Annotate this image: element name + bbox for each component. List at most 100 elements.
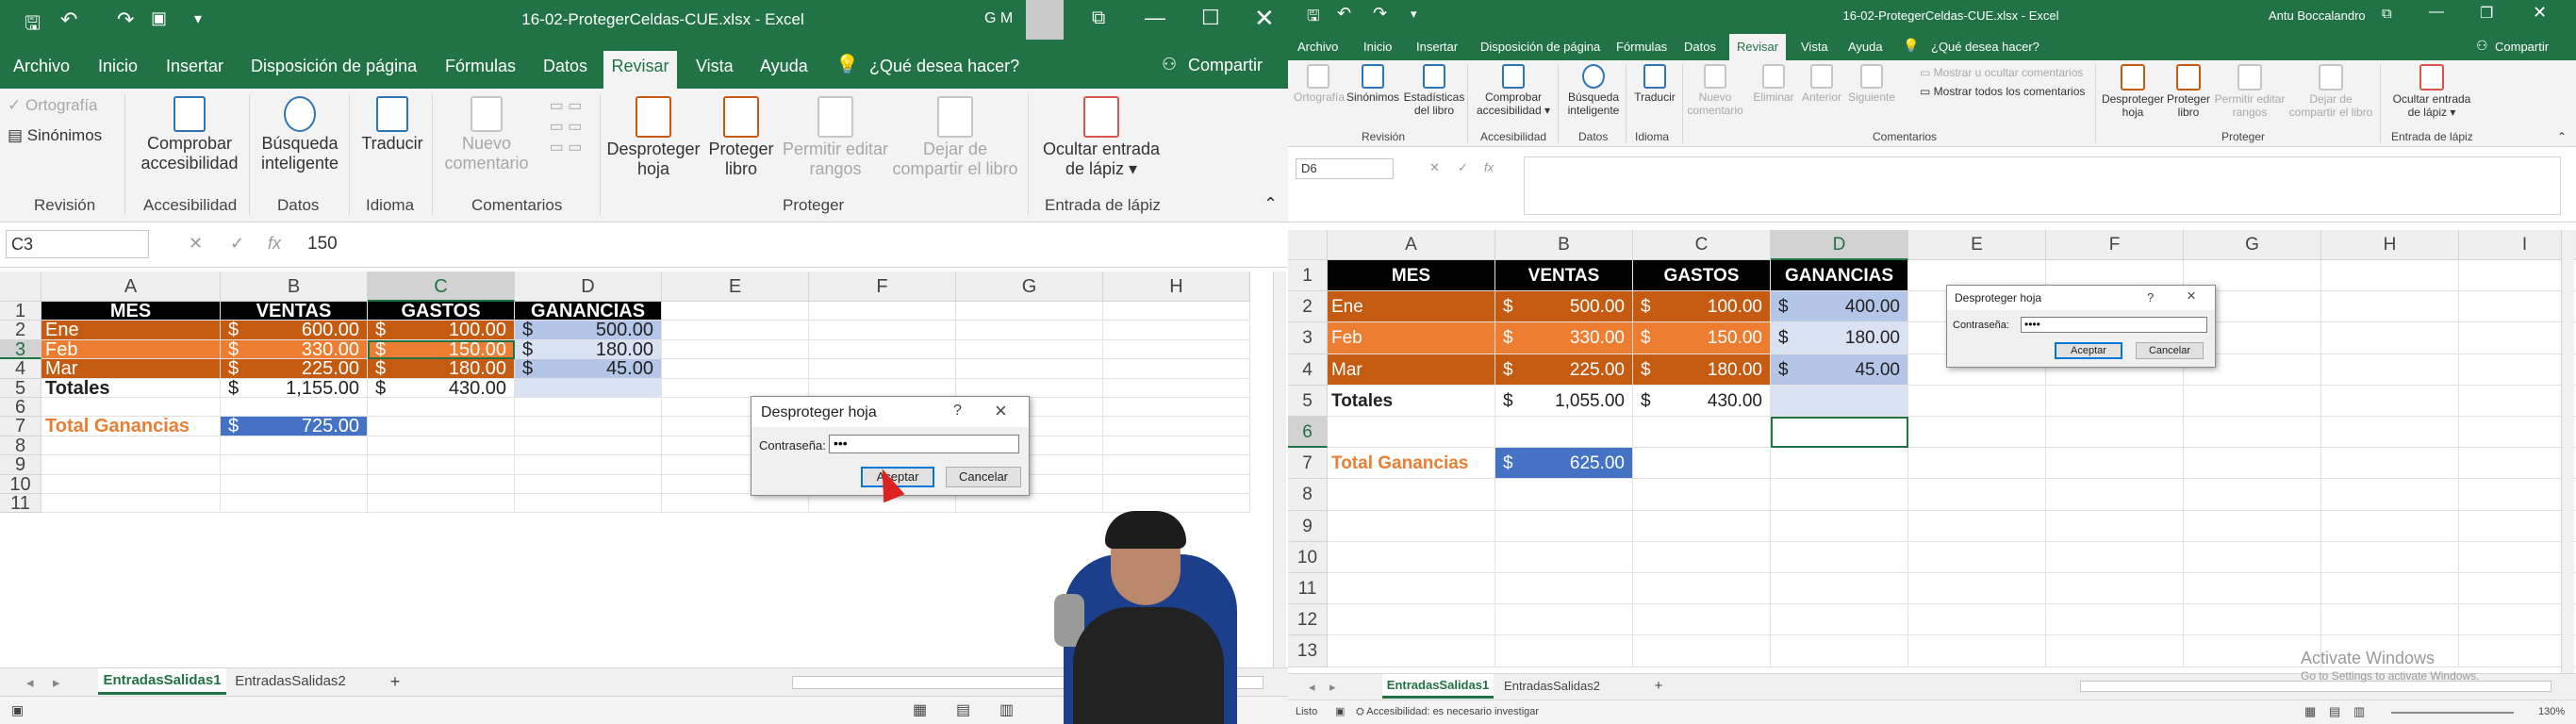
- totales-empty-cell[interactable]: [515, 378, 662, 398]
- empty-cell[interactable]: [2459, 322, 2576, 354]
- anterior-button[interactable]: Anterior: [1797, 64, 1846, 104]
- traducir-button[interactable]: Traducir: [356, 96, 428, 154]
- tab-datos[interactable]: Datos: [1684, 40, 1716, 54]
- empty-cell[interactable]: [1328, 479, 1495, 511]
- table-cell-amount[interactable]: $100.00: [368, 321, 515, 340]
- empty-cell[interactable]: [1908, 604, 2046, 636]
- empty-cell[interactable]: [809, 302, 956, 321]
- table-cell-mes[interactable]: Ene: [41, 321, 221, 340]
- empty-cell[interactable]: [2046, 604, 2184, 636]
- empty-cell[interactable]: [2184, 448, 2321, 480]
- formula-input[interactable]: [1524, 156, 2561, 215]
- empty-cell[interactable]: [221, 494, 368, 514]
- column-header-f[interactable]: F: [809, 272, 956, 302]
- column-header-i[interactable]: I: [2459, 230, 2576, 260]
- maximize-icon[interactable]: ☐: [1201, 6, 1220, 30]
- ribbon-display-icon[interactable]: ⧉: [2382, 6, 2392, 22]
- nuevo-comentario-button[interactable]: Nuevo comentario: [439, 96, 534, 173]
- table-header-cell[interactable]: VENTAS: [1495, 260, 1633, 292]
- name-box[interactable]: C3: [6, 230, 149, 258]
- column-header-f[interactable]: F: [2046, 230, 2184, 260]
- sheet-tab-entradassalidas2[interactable]: EntradasSalidas2: [1497, 674, 1607, 699]
- empty-cell[interactable]: [1633, 604, 1771, 636]
- table-cell-mes[interactable]: Mar: [1328, 354, 1495, 386]
- empty-cell[interactable]: [2046, 385, 2184, 417]
- ortografia-button[interactable]: ✓ Ortografía: [8, 96, 98, 115]
- empty-cell[interactable]: [809, 359, 956, 379]
- empty-cell[interactable]: [1495, 541, 1633, 573]
- tell-me-search[interactable]: ¿Qué desea hacer?: [1931, 40, 2039, 54]
- empty-cell[interactable]: [1328, 541, 1495, 573]
- collapse-ribbon-icon[interactable]: ⌃: [1263, 194, 1278, 214]
- empty-cell[interactable]: [809, 339, 956, 360]
- macro-record-icon[interactable]: ▣: [11, 702, 24, 718]
- empty-cell[interactable]: [1908, 417, 2046, 449]
- row-header-7[interactable]: 7: [1288, 448, 1328, 480]
- empty-cell[interactable]: [2321, 604, 2459, 636]
- table-header-cell[interactable]: GANANCIAS: [1771, 260, 1908, 292]
- empty-cell[interactable]: [221, 474, 368, 494]
- empty-cell[interactable]: [368, 436, 515, 456]
- page-layout-view-icon[interactable]: ▤: [956, 700, 970, 719]
- empty-cell[interactable]: [515, 494, 662, 514]
- select-all-corner[interactable]: [0, 272, 41, 302]
- user-name[interactable]: Antu Boccalandro: [2269, 8, 2366, 23]
- macro-record-icon[interactable]: ▣: [1335, 705, 1345, 717]
- comment-nav-icons[interactable]: ▭ ▭ ▭ ▭ ▭ ▭: [537, 96, 594, 158]
- nuevo-comentario-button[interactable]: Nuevo comentario: [1684, 64, 1746, 117]
- vertical-scrollbar[interactable]: [2561, 230, 2574, 673]
- empty-cell[interactable]: [2459, 354, 2576, 386]
- name-box[interactable]: D6: [1296, 158, 1394, 179]
- empty-cell[interactable]: [2459, 511, 2576, 542]
- table-cell-amount[interactable]: $600.00: [221, 321, 368, 340]
- column-header-a[interactable]: A: [1328, 230, 1495, 260]
- zoom-level[interactable]: 130%: [2538, 706, 2565, 717]
- table-header-cell[interactable]: GANANCIAS: [515, 302, 662, 321]
- empty-cell[interactable]: [2184, 385, 2321, 417]
- empty-cell[interactable]: [2321, 573, 2459, 605]
- empty-cell[interactable]: [515, 455, 662, 475]
- column-header-b[interactable]: B: [221, 272, 368, 302]
- empty-cell[interactable]: [1103, 339, 1250, 360]
- empty-cell[interactable]: [2459, 386, 2576, 417]
- empty-cell[interactable]: [2046, 573, 2184, 605]
- empty-cell[interactable]: [2459, 542, 2576, 573]
- totales-label[interactable]: Totales: [41, 378, 221, 398]
- empty-cell[interactable]: [1633, 479, 1771, 511]
- empty-cell[interactable]: [1495, 573, 1633, 605]
- password-field[interactable]: •••: [829, 435, 1019, 453]
- table-cell-amount[interactable]: $500.00: [1495, 291, 1633, 323]
- empty-cell[interactable]: [2184, 604, 2321, 636]
- empty-cell[interactable]: [2459, 291, 2576, 323]
- sheet-tab-entradassalidas2[interactable]: EntradasSalidas2: [230, 668, 351, 695]
- empty-cell[interactable]: [662, 494, 809, 514]
- empty-cell[interactable]: [1908, 635, 2046, 667]
- empty-cell[interactable]: [2184, 510, 2321, 542]
- dejar-de-compartir-button[interactable]: Dejar de compartir el libro: [2286, 64, 2376, 119]
- avatar[interactable]: [1026, 0, 1064, 40]
- traducir-button[interactable]: Traducir: [1629, 64, 1680, 104]
- table-cell-amount[interactable]: $330.00: [221, 339, 368, 360]
- total-ganancias-label[interactable]: Total Ganancias: [41, 417, 221, 436]
- empty-cell[interactable]: [662, 359, 809, 379]
- empty-cell[interactable]: [956, 302, 1103, 321]
- empty-cell[interactable]: [2321, 354, 2459, 386]
- totales-amount[interactable]: $430.00: [368, 378, 515, 398]
- busqueda-inteligente-button[interactable]: Búsqueda inteligente: [1561, 64, 1626, 117]
- empty-cell[interactable]: [662, 378, 809, 398]
- table-cell-amount[interactable]: $180.00: [1633, 354, 1771, 386]
- table-cell-amount[interactable]: $45.00: [515, 359, 662, 379]
- empty-cell[interactable]: [368, 417, 515, 436]
- help-icon[interactable]: ?: [953, 403, 962, 420]
- empty-cell[interactable]: [1771, 510, 1908, 542]
- tab-insertar[interactable]: Insertar: [166, 57, 223, 76]
- totales-label[interactable]: Totales: [1328, 385, 1495, 417]
- tell-me-search[interactable]: ¿Qué desea hacer?: [869, 57, 1019, 76]
- table-header-cell[interactable]: GASTOS: [368, 302, 515, 321]
- column-header-d[interactable]: D: [515, 272, 662, 302]
- row-header-10[interactable]: 10: [0, 474, 41, 494]
- empty-cell[interactable]: [2321, 417, 2459, 449]
- user-name[interactable]: G M: [984, 10, 1013, 27]
- empty-cell[interactable]: [2321, 448, 2459, 480]
- total-ganancias-value[interactable]: $625.00: [1495, 448, 1633, 480]
